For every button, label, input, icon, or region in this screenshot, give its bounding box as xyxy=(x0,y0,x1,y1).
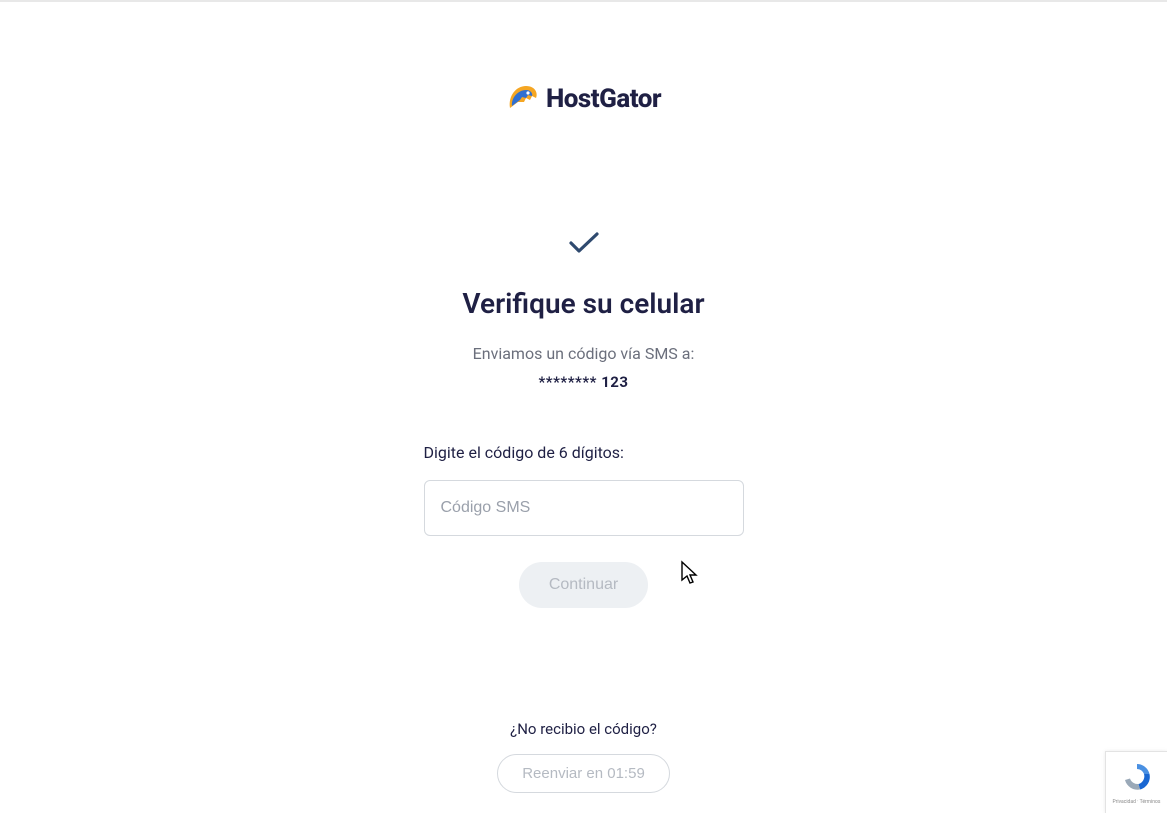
recaptcha-terms: Privacidad · Términos xyxy=(1113,799,1161,805)
brand-logo: HostGator xyxy=(506,82,661,116)
no-code-text: ¿No recibio el código? xyxy=(510,720,657,738)
page-title: Verifique su celular xyxy=(462,287,704,320)
check-icon xyxy=(568,231,600,259)
masked-phone: ******** 123 xyxy=(538,373,628,391)
brand-name: HostGator xyxy=(546,84,661,114)
code-input-label: Digite el código de 6 dígitos: xyxy=(424,443,744,462)
sms-code-input[interactable] xyxy=(424,480,744,536)
gator-icon xyxy=(506,82,540,116)
recaptcha-icon xyxy=(1121,761,1153,797)
recaptcha-badge[interactable]: Privacidad · Términos xyxy=(1105,751,1167,813)
subtitle-text: Enviamos un código vía SMS a: xyxy=(473,344,695,363)
resend-button[interactable]: Reenviar en 01:59 xyxy=(497,754,670,793)
page-container: HostGator Verifique su celular Enviamos … xyxy=(0,2,1167,793)
continue-button[interactable]: Continuar xyxy=(519,562,648,608)
